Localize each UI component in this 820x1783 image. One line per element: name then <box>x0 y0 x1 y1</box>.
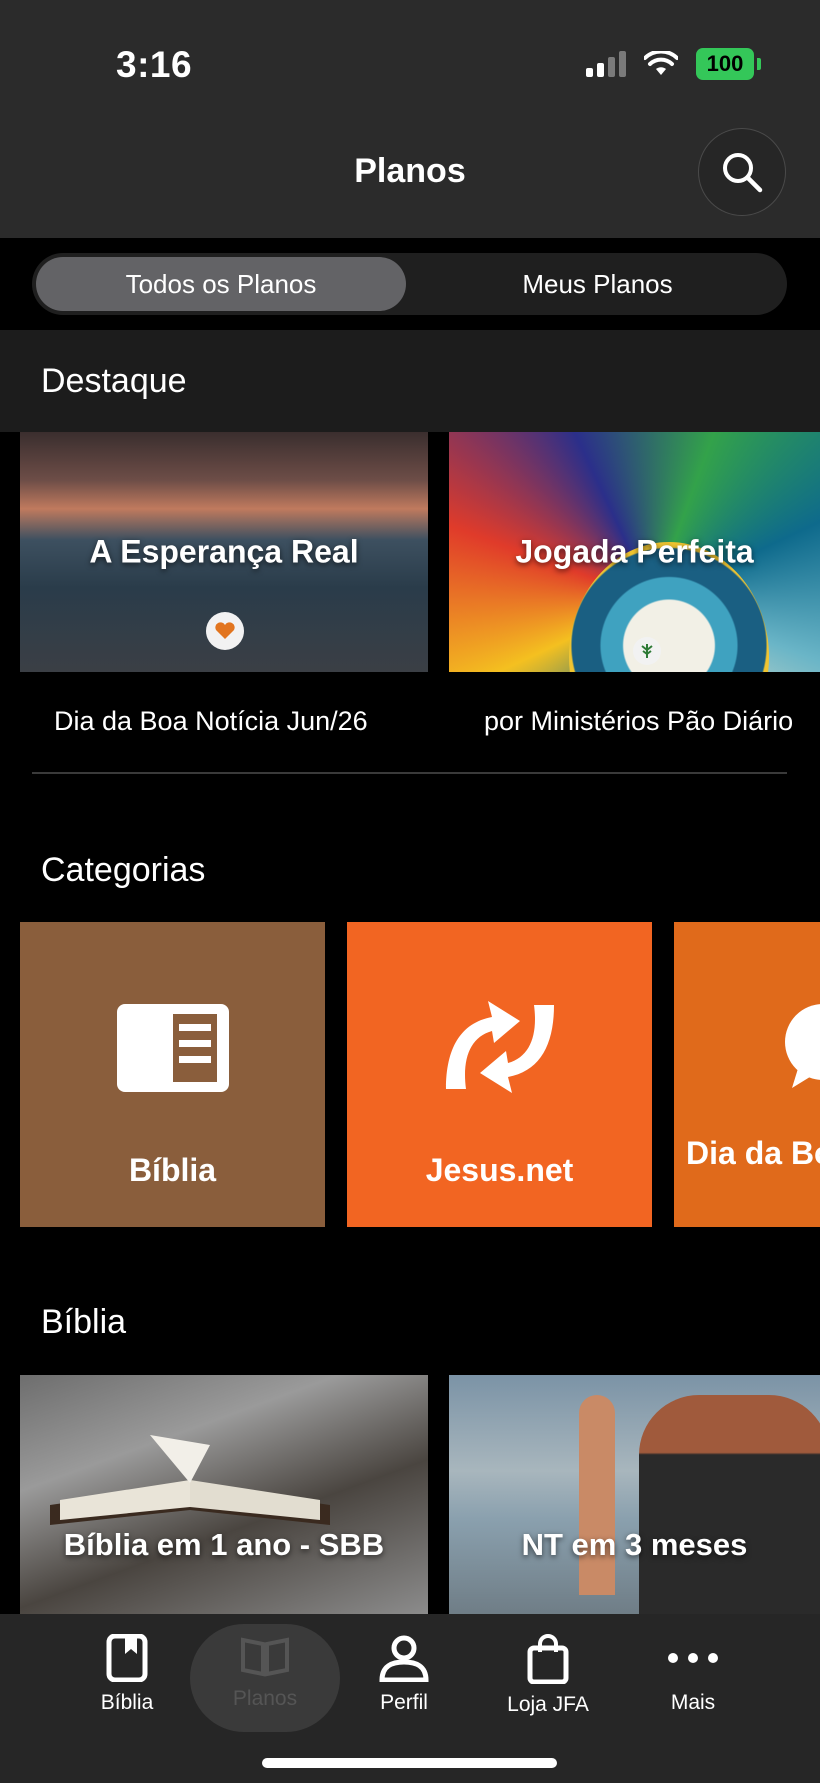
featured-card-esperanca-real[interactable]: A Esperança Real <box>20 432 428 672</box>
category-tile-jesus-net[interactable]: Jesus.net <box>347 922 652 1227</box>
refresh-arrows-icon <box>446 1001 554 1093</box>
tab-label: Perfil <box>380 1691 428 1714</box>
tab-all-plans[interactable]: Todos os Planos <box>36 257 406 311</box>
person-icon <box>379 1635 429 1683</box>
wifi-icon <box>644 51 678 75</box>
category-tile-dia-da-boa-noticia[interactable]: Dia da Boa Notícia <box>674 922 820 1227</box>
page-title: Planos <box>354 152 466 190</box>
plan-card-title: Bíblia em 1 ano - SBB <box>63 1527 385 1562</box>
category-label: Bíblia <box>128 1152 217 1188</box>
more-dots-icon <box>668 1653 718 1663</box>
home-indicator <box>262 1758 557 1768</box>
featured-section-title: Destaque <box>41 362 187 400</box>
tab-biblia[interactable]: Bíblia <box>67 1633 187 1715</box>
leaf-logo-icon <box>633 637 661 665</box>
tab-label: Planos <box>232 1687 298 1710</box>
plan-card-title: NT em 3 meses <box>521 1527 748 1562</box>
tab-label: Bíblia <box>100 1691 154 1714</box>
divider <box>32 772 787 774</box>
chat-heart-icon <box>785 1004 820 1088</box>
tab-loja-jfa[interactable]: Loja JFA <box>488 1634 608 1717</box>
pier-photo <box>579 1395 615 1595</box>
plans-filter-bar: Todos os Planos Meus Planos <box>0 238 820 330</box>
featured-card-subtitle: por Ministérios Pão Diário <box>484 706 794 736</box>
category-label: Jesus.net <box>425 1152 574 1188</box>
heart-chat-icon <box>206 612 244 650</box>
tab-perfil[interactable]: Perfil <box>344 1634 464 1715</box>
shopping-bag-icon <box>527 1634 569 1685</box>
segmented-control: Todos os Planos Meus Planos <box>32 253 787 315</box>
bible-card-icon <box>117 1004 229 1092</box>
biblia-section-title: Bíblia <box>41 1303 127 1341</box>
featured-card-title: A Esperança Real <box>89 533 359 570</box>
top-bar: 3:16 100 Planos <box>0 0 820 238</box>
search-button[interactable] <box>698 128 786 216</box>
tab-my-plans[interactable]: Meus Planos <box>412 257 783 311</box>
category-tile-biblia[interactable]: Bíblia <box>20 922 325 1227</box>
status-time: 3:16 <box>116 44 193 85</box>
open-book-icon <box>241 1637 289 1677</box>
featured-card-title: Jogada Perfeita <box>515 533 754 570</box>
person-photo <box>639 1395 820 1615</box>
tab-label: Mais <box>670 1691 716 1714</box>
plan-card-biblia-1-ano[interactable]: Bíblia em 1 ano - SBB <box>20 1375 428 1615</box>
battery-indicator: 100 <box>696 48 761 80</box>
tab-mais[interactable]: Mais <box>633 1634 753 1715</box>
category-label: Dia da Boa Notícia <box>686 1135 820 1171</box>
cellular-signal-icon <box>586 51 626 77</box>
tab-planos[interactable]: Planos <box>205 1634 325 1711</box>
tab-label: Loja JFA <box>507 1693 589 1716</box>
bookmark-book-icon <box>106 1633 148 1683</box>
featured-card-subtitle: Dia da Boa Notícia Jun/26 <box>54 706 368 736</box>
search-icon <box>723 153 763 193</box>
status-icons: 100 <box>586 48 761 80</box>
plan-card-nt-3-meses[interactable]: NT em 3 meses <box>449 1375 820 1615</box>
categories-section-title: Categorias <box>41 851 206 889</box>
featured-card-jogada-perfeita[interactable]: Jogada Perfeita <box>449 432 820 672</box>
